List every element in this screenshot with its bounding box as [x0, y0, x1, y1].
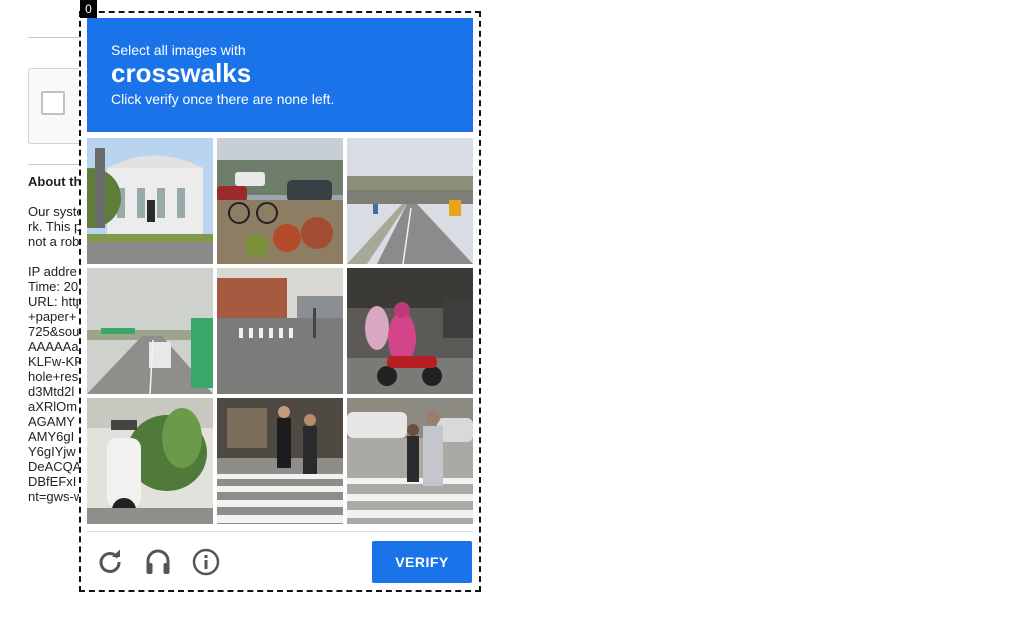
text-line: DeACQA: [28, 459, 82, 474]
text-line: AGAMY: [28, 414, 75, 429]
text-line: DBfEFxI: [28, 474, 77, 489]
tile-image: [217, 398, 343, 524]
tile-image: [347, 268, 473, 394]
tile-street-crosswalk[interactable]: [217, 268, 343, 394]
tile-image: [347, 398, 473, 524]
text-line: nt=gws-w: [28, 489, 84, 504]
info-icon: [192, 548, 220, 576]
text-line: aXRlOm: [28, 399, 78, 414]
reload-icon: [99, 549, 121, 573]
text-line: Time: 20: [28, 279, 79, 294]
tile-man-crosswalk[interactable]: [347, 398, 473, 524]
text-line: d3Mtd2l: [28, 384, 75, 399]
tile-image: [217, 268, 343, 394]
reload-button[interactable]: [95, 547, 125, 577]
text-line: Y6gIYjw: [28, 444, 76, 459]
audio-challenge-button[interactable]: [143, 547, 173, 577]
tile-motorcycle-riders[interactable]: [347, 268, 473, 394]
text-line: Our syste: [28, 204, 84, 219]
tile-image: [87, 268, 213, 394]
instruction-suffix: Click verify once there are none left.: [111, 91, 335, 107]
tile-highway-overpass[interactable]: [347, 138, 473, 264]
headphones-icon: [146, 549, 170, 574]
text-line: AMY6gI: [28, 429, 75, 444]
tile-station-building[interactable]: [87, 138, 213, 264]
tile-image: [87, 138, 213, 264]
tile-parked-scooter[interactable]: [87, 398, 213, 524]
text-line: not a rob: [28, 234, 80, 249]
text-line: hole+res: [28, 369, 79, 384]
text-line: rk. This p: [28, 219, 82, 234]
text-line: URL: http: [28, 294, 83, 309]
footer-divider: [87, 531, 473, 532]
about-heading: About th: [28, 174, 82, 189]
verify-button[interactable]: VERIFY: [372, 541, 472, 583]
text-line: 725&sou: [28, 324, 80, 339]
info-button[interactable]: [191, 547, 221, 577]
text-line: IP addre: [28, 264, 77, 279]
recaptcha-checkbox[interactable]: [41, 91, 65, 115]
tile-image: [217, 138, 343, 264]
text-line: AAAAAa: [28, 339, 79, 354]
tile-image: [87, 398, 213, 524]
tile-image: [347, 138, 473, 264]
text-line: +paper+: [28, 309, 77, 324]
tile-highway-bus[interactable]: [87, 268, 213, 394]
instruction-prefix: Select all images with: [111, 42, 246, 58]
tile-parking-lot[interactable]: [217, 138, 343, 264]
text-line: KLFw-KF: [28, 354, 83, 369]
frame-index-label: 0: [80, 0, 97, 18]
challenge-header: Select all images with crosswalks Click …: [87, 18, 473, 132]
instruction-keyword: crosswalks: [111, 58, 252, 88]
tile-pedestrians-crosswalk[interactable]: [217, 398, 343, 524]
